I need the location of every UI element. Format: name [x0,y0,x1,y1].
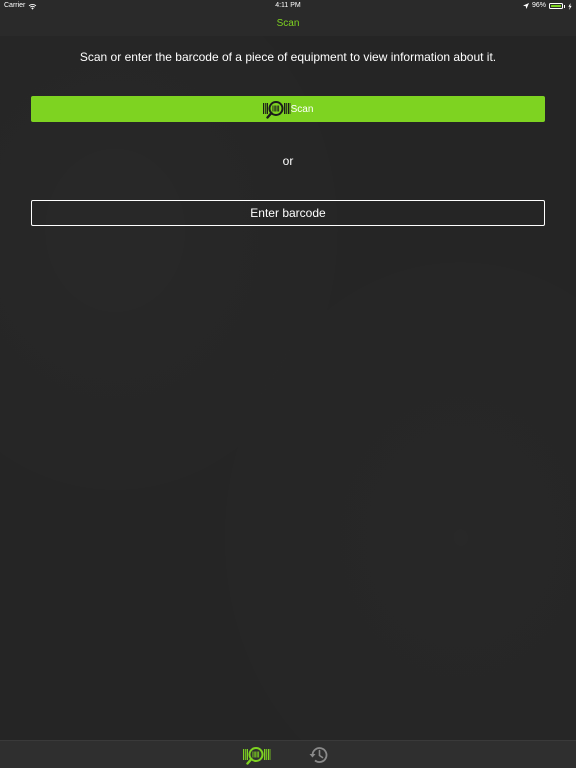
instructions-text: Scan or enter the barcode of a piece of … [79,50,497,64]
scan-button[interactable]: Scan [31,96,545,122]
status-time: 4:11 PM [275,2,301,9]
page-title: Scan [276,18,300,29]
tab-scan[interactable] [242,743,272,767]
battery-percent: 96% [531,2,546,9]
barcode-scan-icon [262,101,290,119]
nav-bar: Scan [0,12,576,36]
enter-barcode-button[interactable]: Enter barcode [31,200,545,226]
enter-barcode-label: Enter barcode [250,206,326,220]
barcode-scan-icon [243,747,271,765]
tab-bar [0,740,576,768]
battery-tip [564,4,565,8]
charge-icon [568,2,572,10]
status-bar: Carrier 4:11 PM 96% [0,0,576,12]
battery-fill [551,5,561,7]
app-screen: Carrier 4:11 PM 96% Scan Scan or enter t… [0,0,576,768]
history-icon [309,747,328,763]
status-right: 96% [522,0,572,12]
tab-history[interactable] [304,743,334,767]
or-label: or [282,154,294,168]
scan-button-label: Scan [290,103,314,115]
location-icon [522,3,529,9]
battery-icon [549,3,563,9]
